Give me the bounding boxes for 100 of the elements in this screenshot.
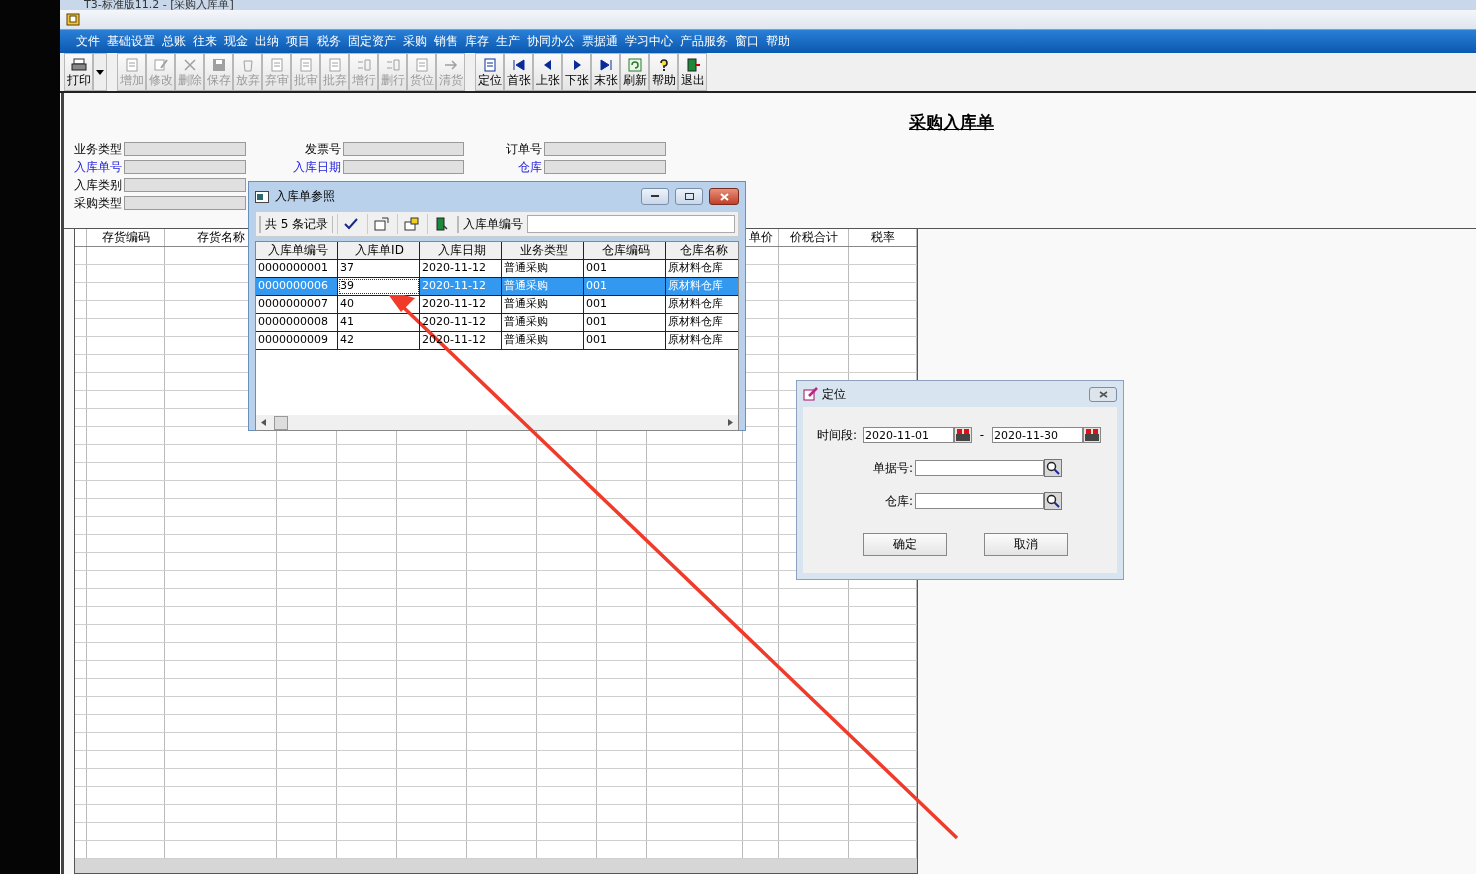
table-cell: 001 [584, 296, 666, 313]
column-header: 仓库编码 [584, 242, 666, 259]
toolbar-button[interactable]: 上张 [533, 53, 562, 91]
calendar-icon [1085, 429, 1099, 441]
input-field[interactable] [343, 160, 464, 174]
field-link[interactable]: 入库日期 [264, 158, 344, 176]
input-field[interactable] [343, 142, 464, 156]
menu-item[interactable]: 基础设置 [107, 32, 155, 50]
arrow-icon [442, 57, 459, 72]
close-button[interactable] [1089, 386, 1117, 402]
input-field[interactable] [915, 460, 1044, 476]
calendar-button[interactable] [1083, 427, 1101, 443]
table-cell: 37 [338, 260, 420, 277]
column-header: 入库单ID [338, 242, 420, 259]
table-cell: 普通采购 [502, 332, 584, 349]
horizontal-scrollbar[interactable] [256, 415, 738, 430]
date-field[interactable]: 2020-11-01 [863, 427, 954, 443]
menu-item[interactable]: 帮助 [766, 32, 790, 50]
input-field[interactable] [124, 178, 246, 192]
toolbar-button[interactable]: 定位 [475, 53, 504, 91]
column-header: 业务类型 [502, 242, 584, 259]
input-field[interactable] [544, 142, 666, 156]
table-cell: 0000000001 [256, 260, 338, 277]
input-field[interactable] [124, 160, 246, 174]
search-button[interactable] [1044, 492, 1062, 510]
pencil-icon [152, 57, 169, 72]
rows-icon [384, 57, 401, 72]
menu-item[interactable]: 生产 [496, 32, 520, 50]
input-field[interactable] [124, 142, 246, 156]
table-cell: 0000000007 [256, 296, 338, 313]
input-field[interactable] [544, 160, 666, 174]
date-field[interactable]: 2020-11-30 [992, 427, 1083, 443]
table-cell: 001 [584, 260, 666, 277]
menu-item[interactable]: 出纳 [255, 32, 279, 50]
table-cell: 41 [338, 314, 420, 331]
toolbar-button[interactable]: 首张 [504, 53, 533, 91]
column-header: 税率 [849, 229, 917, 246]
field-link[interactable]: 入库单号 [74, 158, 124, 176]
table-cell-text: 原材料仓库 [667, 296, 724, 312]
table-cell: 2020-11-12 [420, 296, 502, 313]
document-icon [481, 57, 498, 72]
left-arrow-icon [261, 419, 266, 426]
window-icon [255, 190, 269, 203]
menu-item[interactable]: 协同办公 [527, 32, 575, 50]
table-cell: 2020-11-12 [420, 314, 502, 331]
table-cell-text: 原材料仓库 [667, 314, 724, 330]
field-link[interactable]: 仓库 [464, 158, 544, 176]
menu-item[interactable]: 销售 [434, 32, 458, 50]
dropdown-button[interactable] [93, 53, 107, 91]
menu-item[interactable]: 产品服务 [680, 32, 728, 50]
search-icon [1046, 494, 1060, 508]
column-header: 仓库名称 [679, 242, 729, 259]
document-icon [326, 57, 343, 72]
input-field[interactable] [915, 493, 1044, 509]
document-icon [297, 57, 314, 72]
check-icon [343, 218, 358, 230]
print-button[interactable]: 打印 [64, 53, 93, 91]
field-label: 仓库: [883, 492, 914, 510]
close-icon [719, 192, 729, 201]
table-row[interactable]: 0000000008 41 2020-11-12 普通采购 001 原材料仓库 [256, 314, 738, 332]
dialog-button[interactable]: 确定 [863, 533, 947, 556]
field-label: 采购类型 [74, 194, 123, 212]
menu-item[interactable]: 学习中心 [625, 32, 673, 50]
input-field[interactable] [124, 196, 246, 210]
menu-item[interactable]: 固定资产 [348, 32, 396, 50]
menu-item[interactable]: 库存 [465, 32, 489, 50]
field-label: 时间段: [817, 426, 859, 444]
search-button[interactable] [1044, 459, 1062, 477]
door-icon [684, 57, 701, 72]
calendar-button[interactable] [954, 427, 972, 443]
toolbar-button[interactable]: 退出 [678, 53, 707, 91]
menu-item[interactable]: 总账 [162, 32, 186, 50]
close-button[interactable] [709, 188, 739, 205]
menu-item[interactable]: 往来 [193, 32, 217, 50]
table-cell: 39 [338, 278, 420, 295]
menu-item[interactable]: 采购 [403, 32, 427, 50]
menu-item[interactable]: 现金 [224, 32, 248, 50]
menu-item[interactable]: 窗口 [735, 32, 759, 50]
maximize-button[interactable] [675, 188, 703, 205]
table-row[interactable]: 0000000006 39 2020-11-12 普通采购 001 原材料仓库 [256, 278, 738, 296]
toolbar-button[interactable]: 末张 [591, 53, 620, 91]
door-icon [433, 217, 448, 231]
column-header: 入库日期 [420, 242, 502, 259]
menu-item[interactable]: 文件 [76, 32, 100, 50]
minimize-button[interactable] [641, 188, 669, 205]
toolbar-button[interactable]: 刷新 [620, 53, 649, 91]
dialog-button[interactable]: 取消 [984, 533, 1068, 556]
column-header: 价税合计 [779, 229, 849, 246]
table-cell: 001 [584, 332, 666, 349]
menu-item[interactable]: 税务 [317, 32, 341, 50]
toolbar-button[interactable]: 帮助 [649, 53, 678, 91]
table-cell: 普通采购 [502, 296, 584, 313]
dialog-title: 入库单参照 [275, 188, 335, 205]
scroll-thumb[interactable] [274, 415, 288, 430]
table-cell: 001 [584, 314, 666, 331]
search-field[interactable] [527, 215, 736, 233]
menu-item[interactable]: 票据通 [582, 32, 618, 50]
column-header: 入库单编号 [256, 242, 338, 259]
menu-item[interactable]: 项目 [286, 32, 310, 50]
toolbar-button[interactable]: 下张 [562, 53, 591, 91]
